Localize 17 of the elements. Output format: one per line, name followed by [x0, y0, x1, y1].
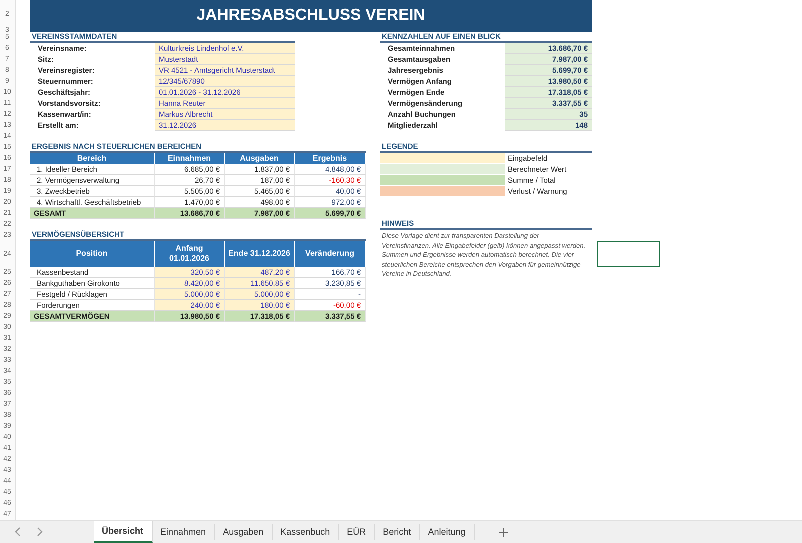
sheet-tab[interactable]: EÜR	[339, 524, 376, 540]
sheet-title: JAHRESABSCHLUSS VEREIN	[30, 0, 592, 32]
column-header: Ausgaben	[225, 153, 295, 164]
cell-cursor[interactable]	[597, 241, 660, 267]
column-header: Bereich	[30, 153, 155, 164]
sheet-tab[interactable]: Einnahmen	[152, 524, 216, 540]
sheet-tab[interactable]: Bericht	[375, 524, 420, 540]
sheet-tab[interactable]: Kassenbuch	[272, 524, 340, 540]
sheet-tab[interactable]: Übersicht	[94, 521, 153, 543]
sheet-tab[interactable]: Anleitung	[420, 524, 475, 540]
column-header: Einnahmen	[155, 153, 225, 164]
column-header: Ergebnis	[295, 153, 366, 164]
column-header: Ende 31.12.2026	[225, 241, 295, 267]
column-header: Anfang 01.01.2026	[155, 241, 225, 267]
column-header: Veränderung	[295, 241, 366, 267]
column-header: Position	[30, 241, 155, 267]
sheet-tab[interactable]: Ausgaben	[215, 524, 273, 540]
